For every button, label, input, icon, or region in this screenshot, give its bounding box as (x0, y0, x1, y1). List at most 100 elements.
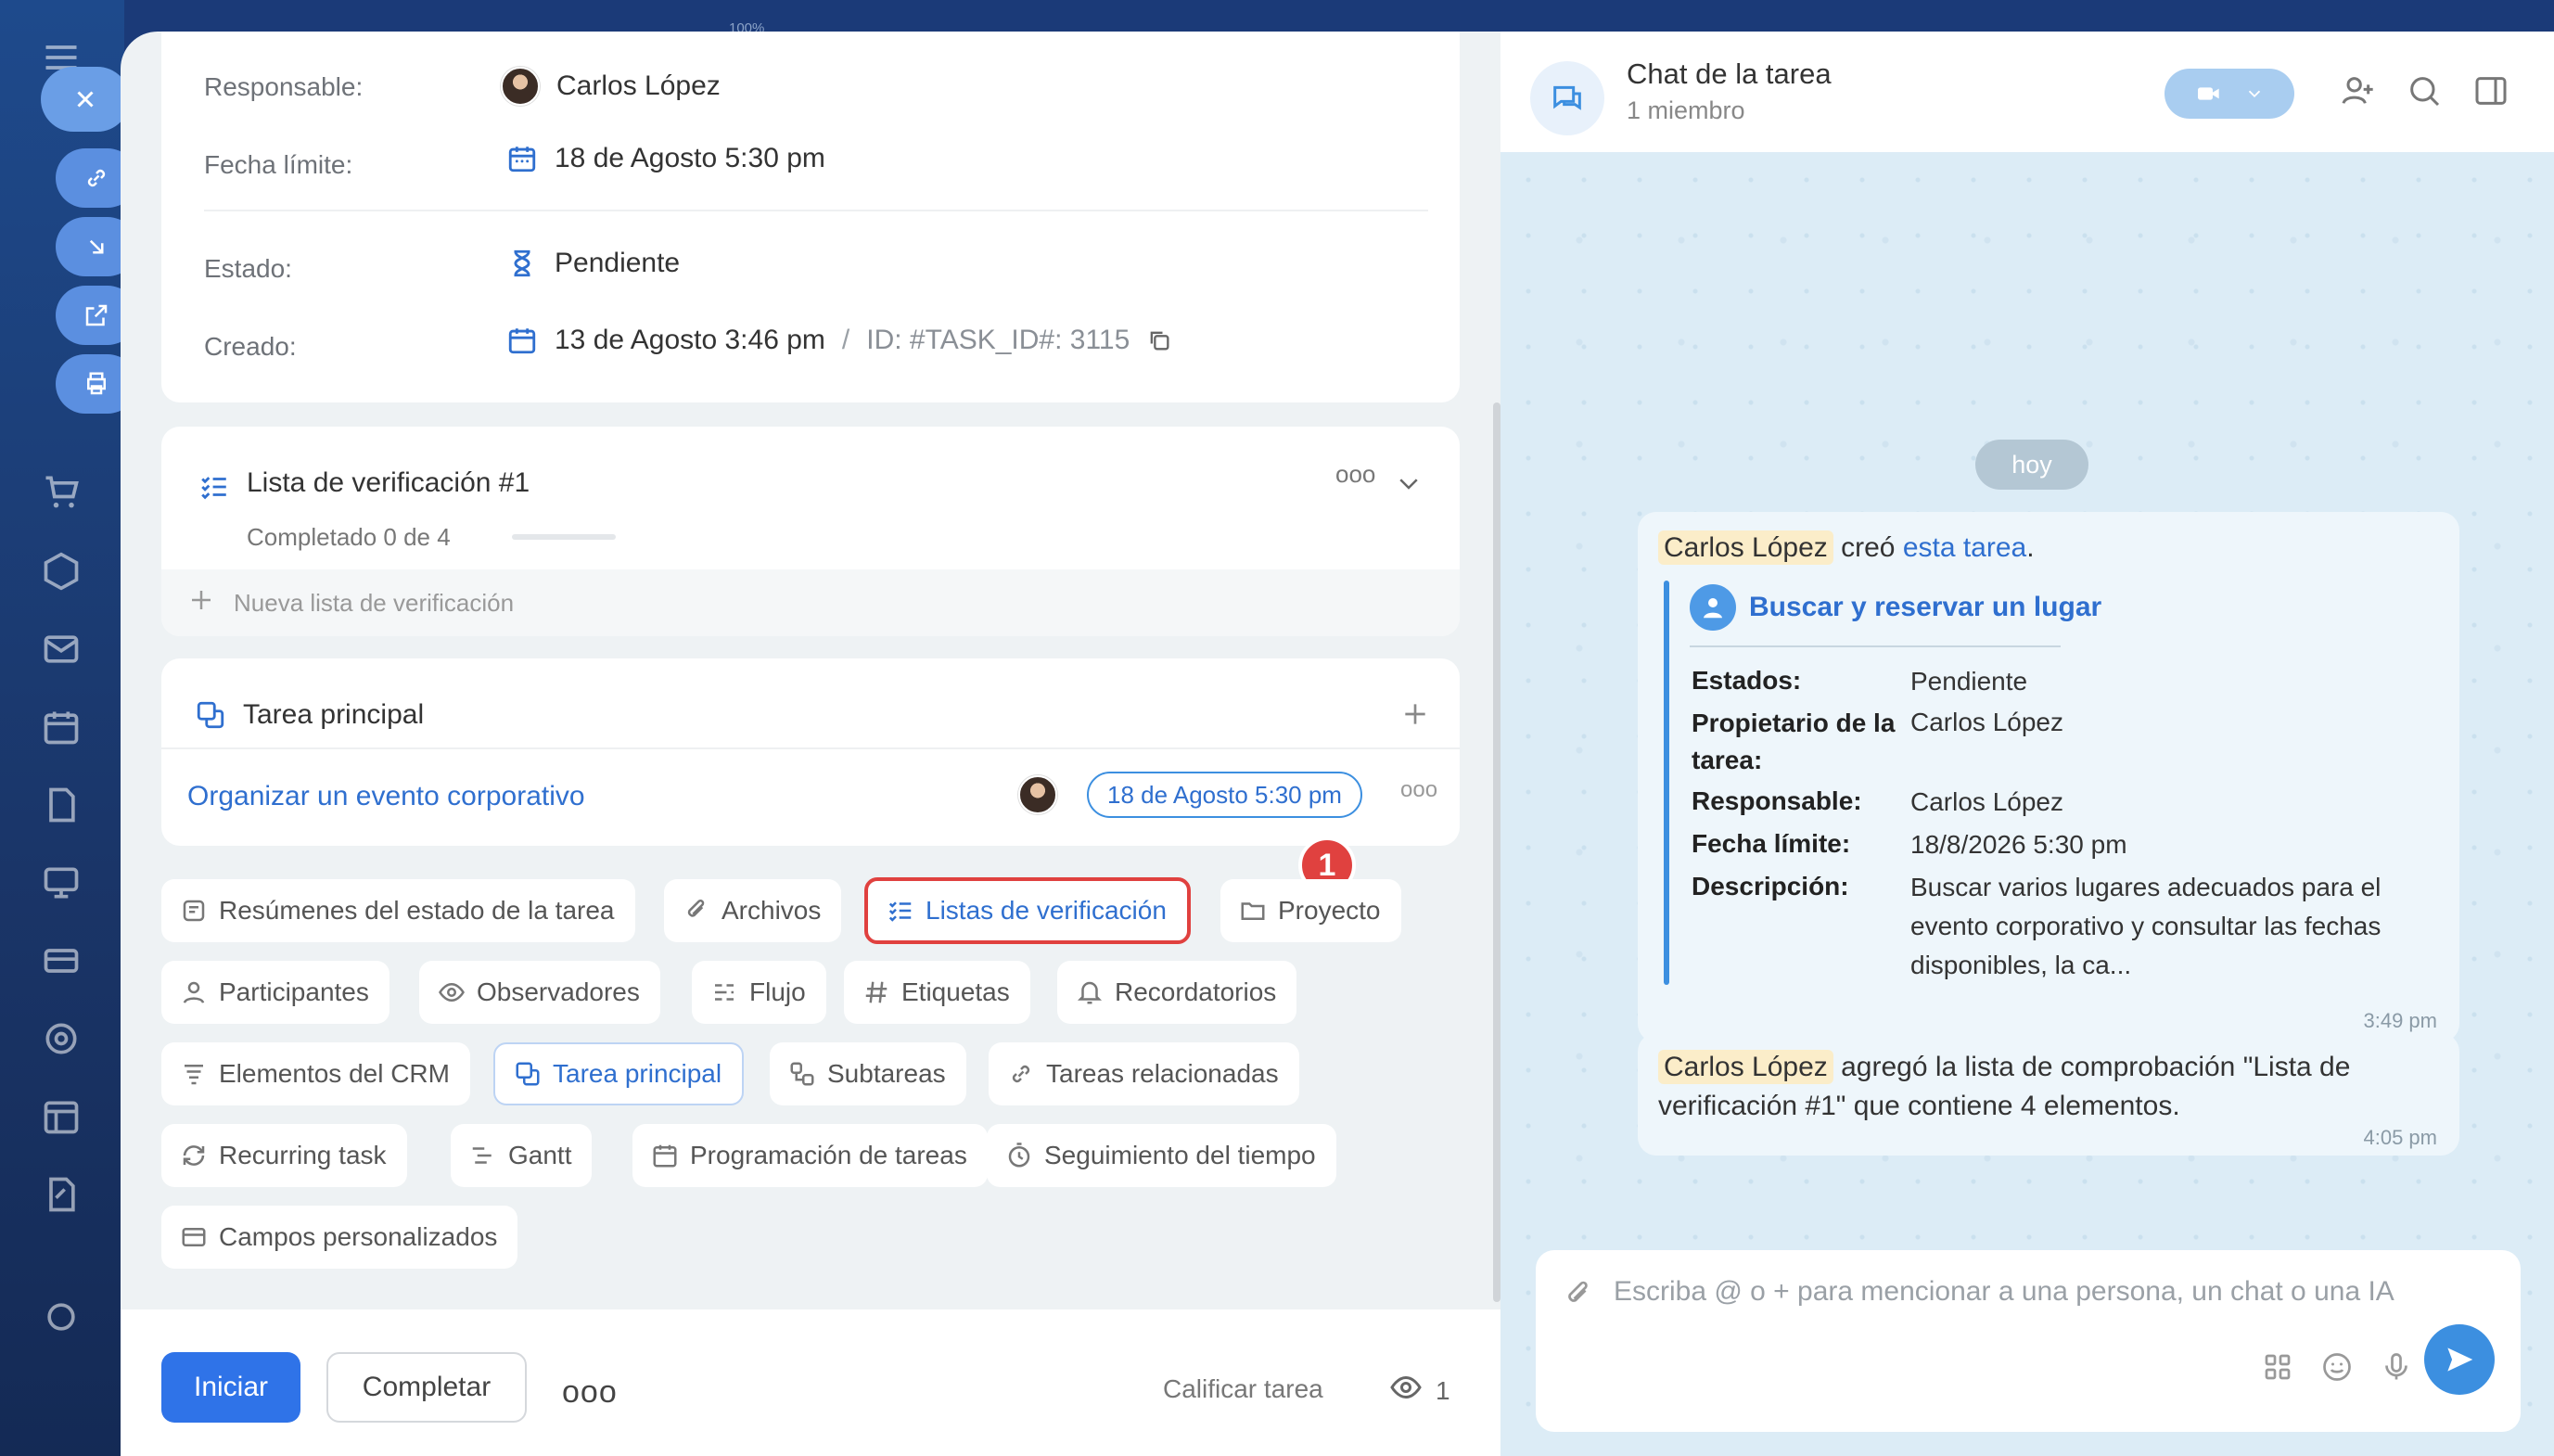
card-icon[interactable] (41, 940, 82, 981)
checklist-title[interactable]: Lista de verificación #1 (247, 467, 530, 499)
chip-custom-fields[interactable]: Campos personalizados (161, 1206, 518, 1269)
arrow-down-right-icon (89, 239, 104, 254)
grid-calendar-icon[interactable] (41, 1096, 82, 1137)
parent-task-more-button[interactable]: ooo (1400, 777, 1437, 803)
microphone-icon[interactable] (2380, 1350, 2413, 1384)
chat-members[interactable]: 1 miembro (1627, 96, 1745, 125)
settings-icon[interactable] (41, 1296, 82, 1337)
card-field-label: Propietario de la tarea: (1692, 709, 1896, 774)
message-time: 4:05 pm (2363, 1126, 2438, 1149)
task-card-title[interactable]: Buscar y reservar un lugar (1690, 584, 2101, 631)
parent-task-icon (514, 1060, 542, 1088)
card-field-label: Descripción: (1692, 872, 1849, 900)
chip-participants[interactable]: Participantes (161, 961, 389, 1024)
chip-observers[interactable]: Observadores (419, 961, 660, 1024)
custom-fields-icon (180, 1223, 208, 1251)
checklist-progress-bar (512, 534, 616, 540)
chip-recurring-task[interactable]: Recurring task (161, 1124, 407, 1187)
plus-icon (187, 586, 215, 620)
message-author[interactable]: Carlos López (1658, 530, 1833, 565)
cart-icon[interactable] (41, 471, 82, 512)
printer-icon (87, 372, 106, 395)
gantt-icon (469, 1142, 497, 1169)
chip-parent-task[interactable]: Tarea principal (493, 1042, 745, 1105)
field-value-responsible[interactable]: Carlos López (501, 67, 721, 106)
task-fields-card: Responsable: Carlos López Fecha límite: … (161, 32, 1460, 402)
search-icon[interactable] (2406, 72, 2443, 109)
add-parent-icon[interactable] (1400, 699, 1430, 734)
card-field-value: Buscar varios lugares adecuados para el … (1910, 873, 2382, 979)
quote-bar (1664, 581, 1669, 985)
sidebar-toggle-icon[interactable] (2472, 72, 2509, 109)
hexagon-icon[interactable] (41, 551, 82, 592)
chip-project[interactable]: Proyecto (1220, 879, 1401, 942)
person-icon (180, 978, 208, 1006)
message-time: 3:49 pm (2363, 1009, 2438, 1032)
chevron-down-icon[interactable] (1395, 469, 1423, 497)
card-field-value: Carlos López (1910, 708, 2063, 736)
link-icon (87, 169, 106, 187)
card-field-value: Pendiente (1910, 667, 2028, 696)
scrollbar[interactable] (1493, 402, 1500, 1302)
start-button[interactable]: Iniciar (161, 1352, 300, 1423)
message-input[interactable]: Escriba @ o + para mencionar a una perso… (1614, 1276, 2394, 1308)
rate-task-link[interactable]: Calificar tarea (1163, 1374, 1323, 1404)
field-label-status: Estado: (204, 254, 292, 283)
board-icon[interactable] (41, 862, 82, 903)
calendar-icon[interactable] (41, 707, 82, 747)
chip-time-tracking[interactable]: Seguimiento del tiempo (987, 1124, 1336, 1187)
message-author[interactable]: Carlos López (1658, 1050, 1833, 1084)
summary-icon (180, 897, 208, 925)
copy-icon[interactable] (1146, 327, 1172, 353)
avatar[interactable] (1018, 775, 1057, 814)
checklist-icon (198, 471, 230, 503)
new-checklist-button[interactable]: Nueva lista de verificación (161, 569, 1460, 636)
mail-icon[interactable] (41, 629, 82, 670)
parent-task-title: Tarea principal (243, 699, 425, 730)
apps-grid-icon[interactable] (2261, 1350, 2294, 1384)
target-icon[interactable] (41, 1018, 82, 1059)
emoji-icon[interactable] (2320, 1350, 2354, 1384)
message-input-box[interactable]: Escriba @ o + para mencionar a una perso… (1536, 1250, 2521, 1432)
calendar-refresh-icon (506, 325, 538, 356)
card-field-label: Fecha límite: (1692, 829, 1851, 858)
doc-edit-icon[interactable] (41, 1174, 82, 1215)
close-icon (77, 91, 94, 108)
parent-task-link[interactable]: Organizar un evento corporativo (187, 781, 585, 812)
card-field-label: Responsable: (1692, 786, 1862, 815)
chip-related-tasks[interactable]: Tareas relacionadas (989, 1042, 1299, 1105)
close-button[interactable] (41, 67, 130, 132)
flow-icon (710, 978, 738, 1006)
field-value-deadline[interactable]: 18 de Agosto 5:30 pm (506, 143, 825, 174)
deadline-value: 18 de Agosto 5:30 pm (555, 143, 825, 173)
chip-tags[interactable]: Etiquetas (844, 961, 1030, 1024)
chat-avatar (1530, 61, 1604, 135)
responsible-name: Carlos López (556, 70, 721, 101)
checklist-progress-text: Completado 0 de 4 (247, 523, 451, 551)
chip-task-scheduling[interactable]: Programación de tareas (632, 1124, 988, 1187)
parent-task-icon (195, 699, 226, 731)
chip-reminders[interactable]: Recordatorios (1057, 961, 1297, 1024)
folder-icon (1239, 897, 1267, 925)
complete-button[interactable]: Completar (326, 1352, 527, 1423)
checklist-more-button[interactable]: ooo (1335, 460, 1375, 489)
chip-files[interactable]: Archivos (664, 879, 842, 942)
views-counter[interactable]: 1 (1389, 1371, 1450, 1411)
chip-crm-elements[interactable]: Elementos del CRM (161, 1042, 470, 1105)
task-link[interactable]: esta tarea (1903, 532, 2026, 563)
chip-gantt[interactable]: Gantt (451, 1124, 593, 1187)
chat-header: Chat de la tarea 1 miembro (1500, 32, 2554, 152)
add-member-icon[interactable] (2339, 72, 2376, 109)
chip-status-summaries[interactable]: Resúmenes del estado de la tarea (161, 879, 635, 942)
document-icon[interactable] (41, 785, 82, 825)
more-actions-button[interactable]: ooo (562, 1374, 618, 1411)
send-button[interactable] (2424, 1324, 2495, 1395)
chip-subtasks[interactable]: Subtareas (770, 1042, 966, 1105)
attach-icon[interactable] (1562, 1278, 1595, 1311)
parent-task-deadline[interactable]: 18 de Agosto 5:30 pm (1087, 772, 1362, 818)
chip-flow[interactable]: Flujo (692, 961, 826, 1024)
field-value-created: 13 de Agosto 3:46 pm / ID: #TASK_ID#: 31… (506, 325, 1172, 356)
video-call-button[interactable] (2165, 69, 2294, 119)
checklist-icon (887, 897, 914, 925)
chip-checklists[interactable]: Listas de verificación (864, 877, 1191, 944)
